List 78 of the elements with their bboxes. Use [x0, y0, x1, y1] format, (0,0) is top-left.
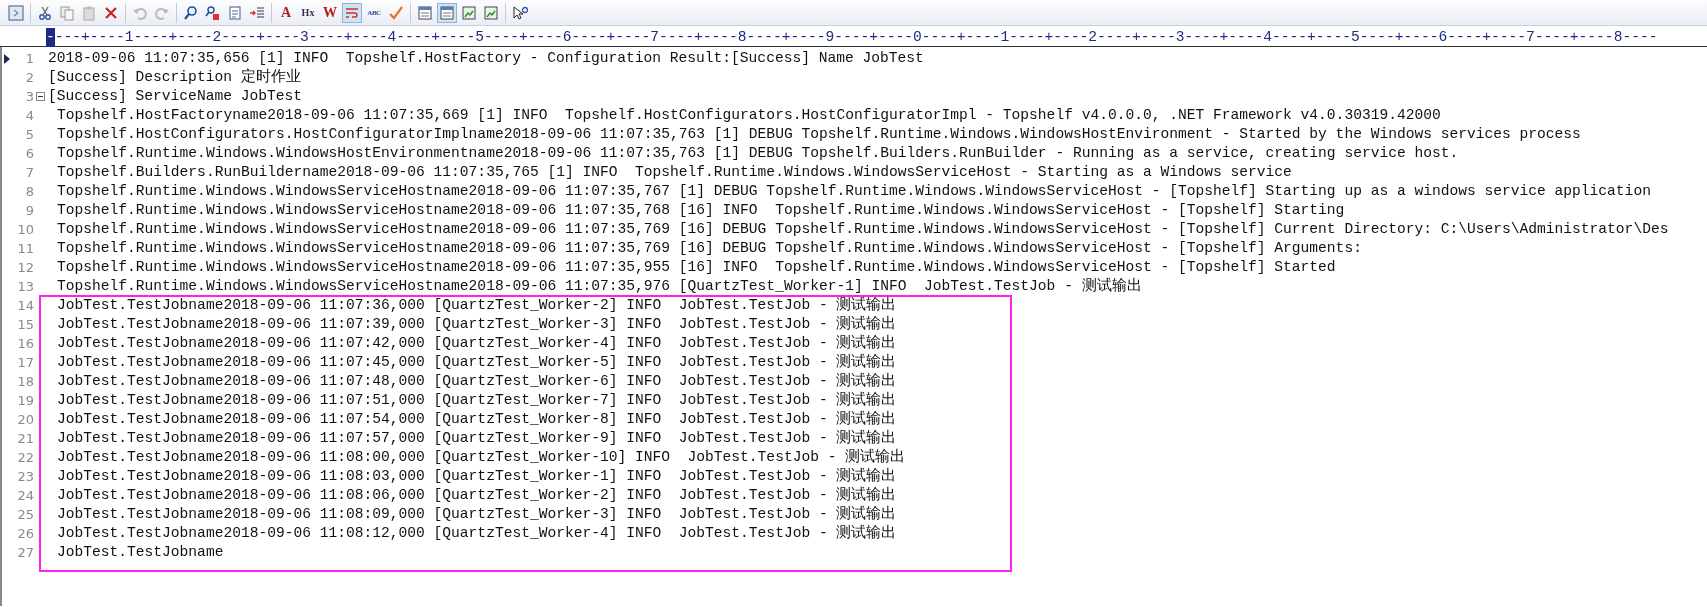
code-line: Topshelf.Runtime.Windows.WindowsServiceHostname2018-09-06 11:07:35,768 [16] INFO Topshelf.Runtime.Windows.WindowsServiceHost - [Topshelf] Starting	[56, 203, 1345, 218]
indent-list-icon	[249, 4, 265, 21]
code-line: JobTest.TestJobname2018-09-06 11:08:12,000 [QuartzTest_Worker-4] INFO JobTest.TestJob - 测试输出	[56, 526, 897, 541]
spell-check-icon	[388, 4, 404, 21]
line-number: 22	[16, 450, 34, 465]
code-line: JobTest.TestJobname2018-09-06 11:08:03,000 [QuartzTest_Worker-1] INFO JobTest.TestJob - 测试输出	[56, 469, 897, 484]
format-button[interactable]: W	[320, 2, 340, 23]
code-line: Topshelf.Runtime.Windows.WindowsServiceHostname2018-09-06 11:07:35,769 [16] DEBUG Topshelf.Runtime.Windows.WindowsServiceHost - [Topshelf] Current Directory: C:\Users\Administrator\Des	[56, 222, 1669, 237]
line-number: 23	[16, 469, 34, 484]
line-number: 18	[16, 374, 34, 389]
code-line: Topshelf.HostConfigurators.HostConfiguratorImplname2018-09-06 11:07:35,763 [1] DEBUG Topshelf.Runtime.Windows.WindowsHostEnvironment - Started by the Windows services process	[56, 127, 1581, 142]
window-icon	[439, 4, 455, 21]
code-line: Topshelf.HostFactoryname2018-09-06 11:07:35,669 [1] INFO Topshelf.HostConfigurators.HostConfiguratorImpl - Topshelf v4.0.0.0, .NET Framework v4.0.30319.42000	[56, 108, 1441, 123]
line-number: 6	[24, 146, 34, 161]
code-line: JobTest.TestJobname2018-09-06 11:07:42,000 [QuartzTest_Worker-4] INFO JobTest.TestJob - 测试输出	[56, 336, 897, 351]
scissors-icon	[37, 4, 53, 21]
window-button[interactable]	[437, 2, 457, 23]
code-line: Topshelf.Builders.RunBuildername2018-09-06 11:07:35,765 [1] INFO Topshelf.Runtime.Windows.WindowsServiceHost - Starting as a Windows service	[56, 165, 1292, 180]
line-number: 19	[16, 393, 34, 408]
code-line: Topshelf.Runtime.Windows.WindowsServiceHostname2018-09-06 11:07:35,769 [16] DEBUG Topshelf.Runtime.Windows.WindowsServiceHost - [Topshelf] Arguments:	[56, 241, 1362, 256]
code-line: Topshelf.Runtime.Windows.WindowsServiceHostname2018-09-06 11:07:35,976 [QuartzTest_Worker-1] INFO JobTest.TestJob - 测试输出	[56, 279, 1142, 294]
line-number: 16	[16, 336, 34, 351]
clipboard-icon	[81, 4, 97, 21]
line-number: 12	[16, 260, 34, 275]
image-window-icon	[483, 4, 499, 21]
line-number: 10	[16, 222, 34, 237]
code-line: JobTest.TestJobname2018-09-06 11:07:54,000 [QuartzTest_Worker-8] INFO JobTest.TestJob - 测试输出	[56, 412, 897, 427]
line-number: 21	[16, 431, 34, 446]
line-number: 8	[24, 184, 34, 199]
code-line: JobTest.TestJobname2018-09-06 11:07:39,000 [QuartzTest_Worker-3] INFO JobTest.TestJob - 测试输出	[56, 317, 897, 332]
find-replace-icon	[205, 4, 221, 21]
line-number: 25	[16, 507, 34, 522]
code-line: JobTest.TestJobname2018-09-06 11:08:00,000 [QuartzTest_Worker-10] INFO JobTest.TestJob - 测试输出	[56, 450, 906, 465]
line-number: 2	[24, 70, 34, 85]
image-window-icon	[461, 4, 477, 21]
copy-icon	[59, 4, 75, 21]
window-icon	[8, 4, 24, 21]
line-number: 27	[16, 545, 34, 560]
line-number: 1	[24, 51, 34, 66]
line-number: 17	[16, 355, 34, 370]
ruler-caret: -	[46, 28, 55, 47]
code-line: [Success] ServiceName JobTest	[47, 89, 302, 104]
line-number: 24	[16, 488, 34, 503]
code-line: JobTest.TestJobname	[56, 545, 224, 560]
format-button[interactable]: A	[276, 2, 296, 23]
line-number: 14	[16, 298, 34, 313]
line-number: 4	[24, 108, 34, 123]
code-line: JobTest.TestJobname2018-09-06 11:07:48,000 [QuartzTest_Worker-6] INFO JobTest.TestJob - 测试输出	[56, 374, 897, 389]
document-icon	[227, 4, 243, 21]
line-number: 26	[16, 526, 34, 541]
code-line: [Success] Description 定时作业	[47, 70, 301, 85]
line-number: 20	[16, 412, 34, 427]
line-number: 7	[24, 165, 34, 180]
help-pointer-icon	[512, 4, 528, 21]
code-line: JobTest.TestJobname2018-09-06 11:07:51,000 [QuartzTest_Worker-7] INFO JobTest.TestJob - 测试输出	[56, 393, 897, 408]
column-ruler: ---+----1----+----2----+----3----+----4----+----5----+----6----+----7----+----8----+----9----+----0----+----1----+----2----+----3----+----4----+----5----+----6----+----7----+----8----	[54, 28, 1658, 47]
code-line: JobTest.TestJobname2018-09-06 11:08:09,000 [QuartzTest_Worker-3] INFO JobTest.TestJob - 测试输出	[56, 507, 897, 522]
line-number: 5	[24, 127, 34, 142]
window-icon	[417, 4, 433, 21]
word-wrap-button[interactable]	[342, 2, 362, 23]
code-line: JobTest.TestJobname2018-09-06 11:07:57,000 [QuartzTest_Worker-9] INFO JobTest.TestJob - 测试输出	[56, 431, 897, 446]
code-line: Topshelf.Runtime.Windows.WindowsServiceHostname2018-09-06 11:07:35,767 [1] DEBUG Topshelf.Runtime.Windows.WindowsServiceHost - [Topshelf] Starting up as a windows service application	[56, 184, 1651, 199]
code-line: JobTest.TestJobname2018-09-06 11:08:06,000 [QuartzTest_Worker-2] INFO JobTest.TestJob - 测试输出	[56, 488, 897, 503]
delete-icon	[103, 4, 119, 21]
code-line: Topshelf.Runtime.Windows.WindowsServiceHostname2018-09-06 11:07:35,955 [16] INFO Topshelf.Runtime.Windows.WindowsServiceHost - [Topshelf] Started	[56, 260, 1336, 275]
line-number: 3	[24, 89, 34, 104]
code-line: JobTest.TestJobname2018-09-06 11:07:36,000 [QuartzTest_Worker-2] INFO JobTest.TestJob - 测试输出	[56, 298, 897, 313]
code-line: 2018-09-06 11:07:35,656 [1] INFO Topshelf.HostFactory - Configuration Result:[Success] Name JobTest	[47, 51, 924, 66]
fold-toggle-icon[interactable]	[35, 92, 45, 101]
line-number: 11	[16, 241, 34, 256]
search-icon	[183, 4, 199, 21]
line-number: 9	[24, 203, 34, 218]
code-line: Topshelf.Runtime.Windows.WindowsHostEnvironmentname2018-09-06 11:07:35,763 [1] DEBUG Topshelf.Builders.RunBuilder - Running as a service, creating service host.	[56, 146, 1459, 161]
line-number: 15	[16, 317, 34, 332]
line-number: 13	[16, 279, 34, 294]
code-line: JobTest.TestJobname2018-09-06 11:07:45,000 [QuartzTest_Worker-5] INFO JobTest.TestJob - 测试输出	[56, 355, 897, 370]
window-button[interactable]	[6, 2, 26, 23]
format-button[interactable]: Hx	[298, 2, 318, 23]
